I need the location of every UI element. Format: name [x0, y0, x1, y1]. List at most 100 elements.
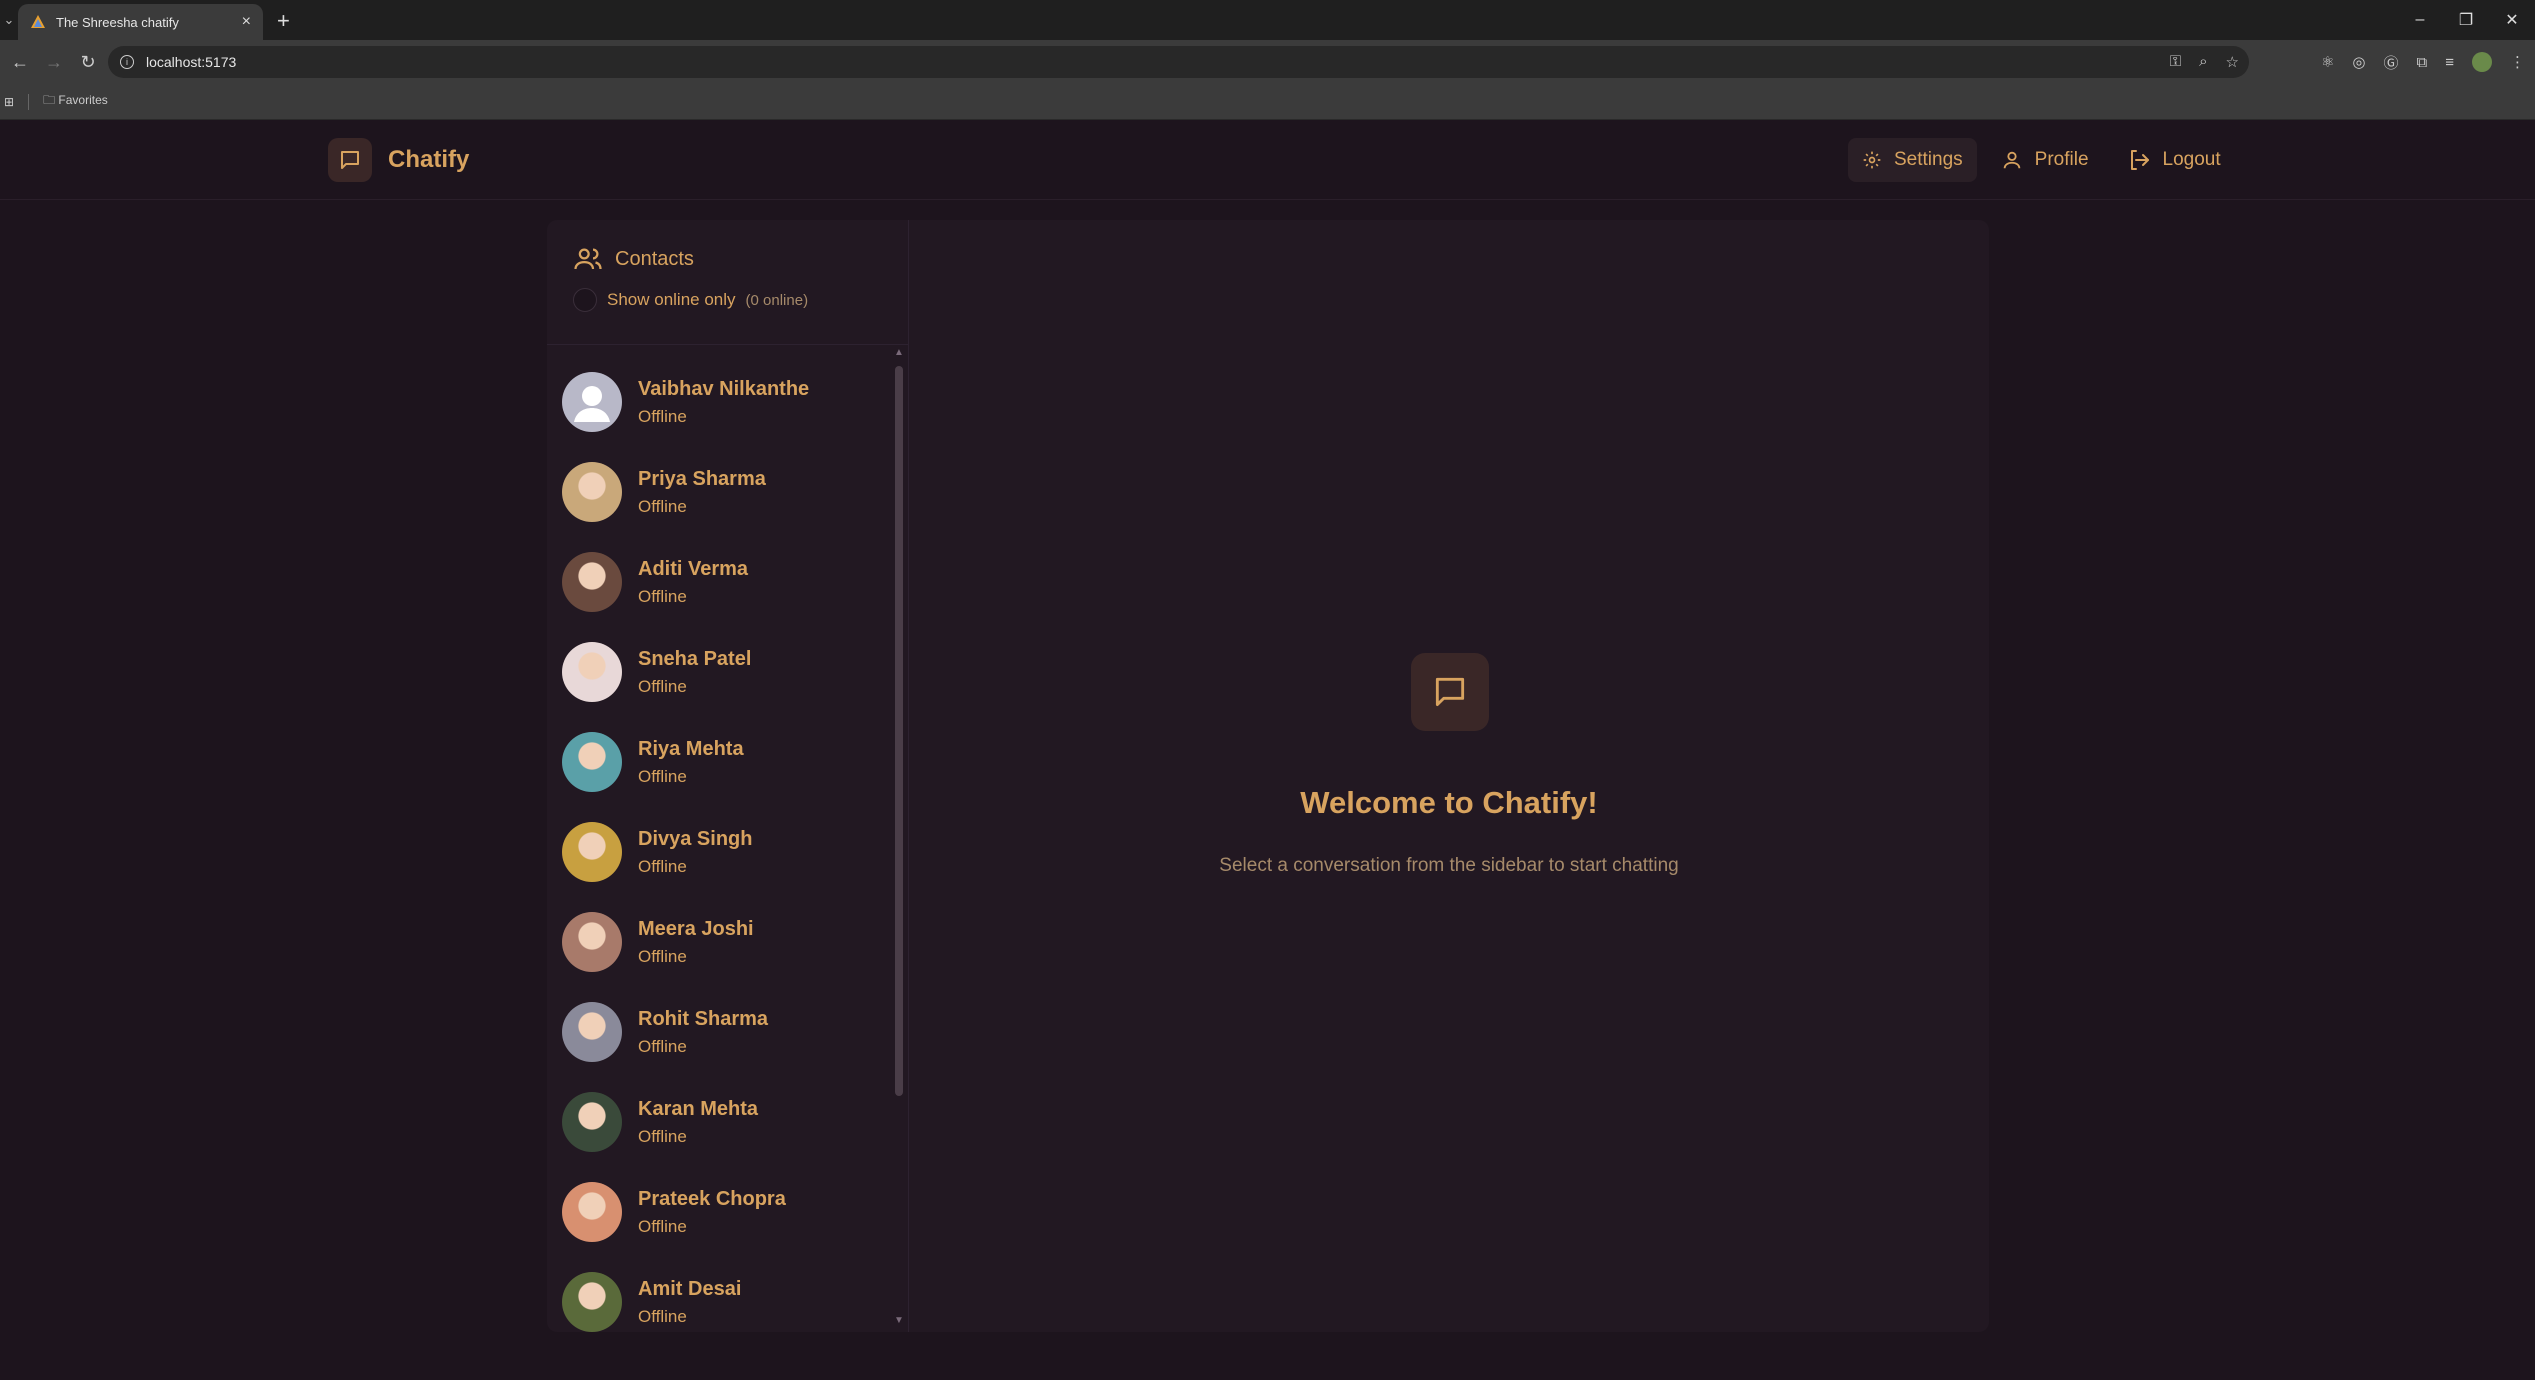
logout-button[interactable]: Logout	[2113, 138, 2235, 182]
contact-name: Amit Desai	[638, 1277, 742, 1300]
avatar	[562, 732, 622, 792]
browser-navbar: ← → ↻ i localhost:5173 ⚿ ⌕ ☆ ⚛ ◎ Ⓖ ⧉ ≡ ⋮	[0, 40, 2535, 84]
users-icon	[574, 248, 602, 270]
browser-tab[interactable]: The Shreesha chatify ×	[18, 4, 263, 40]
settings-label: Settings	[1894, 149, 1963, 170]
contact-status: Offline	[638, 766, 687, 786]
no-chat-selected: Welcome to Chatify! Select a conversatio…	[909, 220, 1989, 1332]
sidebar-header: Contacts Show online only (0 online)	[547, 220, 908, 345]
contact-item[interactable]: Divya Singh Offline	[547, 807, 890, 897]
avatar	[562, 1182, 622, 1242]
zoom-icon[interactable]: ⌕	[2199, 53, 2207, 71]
scroll-up-icon[interactable]: ▲	[894, 348, 904, 358]
extension-icons: ⚛ ◎ Ⓖ ⧉ ≡ ⋮	[2321, 52, 2525, 73]
chat-container: Contacts Show online only (0 online) Vai…	[547, 220, 1989, 1332]
contacts-sidebar: Contacts Show online only (0 online) Vai…	[547, 220, 909, 1332]
logout-icon	[2130, 150, 2149, 170]
contact-name: Prateek Chopra	[638, 1187, 786, 1210]
gear-icon	[1863, 151, 1881, 169]
contact-item[interactable]: Prateek Chopra Offline	[547, 1167, 890, 1257]
extension-grammarly-icon[interactable]: Ⓖ	[2384, 52, 2399, 73]
forward-icon[interactable]: →	[40, 48, 68, 76]
user-icon	[2003, 151, 2020, 169]
profile-button[interactable]: Profile	[1987, 138, 2103, 182]
contact-status: Offline	[638, 586, 687, 606]
url-text: localhost:5173	[146, 54, 237, 70]
new-tab-button[interactable]: +	[263, 8, 304, 40]
contact-status: Offline	[638, 676, 687, 696]
online-filter: Show online only (0 online)	[573, 288, 908, 312]
contact-list-scrollbar[interactable]: ▲ ▼	[894, 348, 904, 1326]
contact-status: Offline	[638, 1306, 687, 1326]
brand-link[interactable]: Chatify	[328, 138, 469, 182]
scrollbar-thumb[interactable]	[895, 366, 903, 1096]
address-bar[interactable]: i localhost:5173 ⚿ ⌕ ☆	[108, 46, 2249, 78]
contact-item[interactable]: Priya Sharma Offline	[547, 447, 890, 537]
site-info-icon[interactable]: i	[120, 55, 134, 69]
contact-name: Aditi Verma	[638, 557, 749, 580]
bookmark-folder[interactable]: 🗀 Favorites	[43, 91, 108, 112]
contact-status: Offline	[638, 856, 687, 876]
contact-name: Priya Sharma	[638, 467, 766, 490]
avatar	[562, 1272, 622, 1332]
extensions-puzzle-icon[interactable]: ⧉	[2417, 54, 2428, 71]
contact-item[interactable]: Karan Mehta Offline	[547, 1077, 890, 1167]
brand-name: Chatify	[388, 146, 470, 173]
bookmark-folder-label: Favorites	[58, 93, 108, 107]
profile-label: Profile	[2034, 149, 2089, 170]
show-online-label[interactable]: Show online only	[607, 290, 736, 310]
back-icon[interactable]: ←	[6, 48, 34, 76]
tab-search-icon[interactable]: ⌄	[0, 0, 18, 40]
avatar	[562, 912, 622, 972]
header-nav: Settings Profile Logout	[1848, 138, 2235, 182]
avatar	[562, 1002, 622, 1062]
scroll-down-icon[interactable]: ▼	[894, 1316, 904, 1326]
contact-item[interactable]: Aditi Verma Offline	[547, 537, 890, 627]
restore-icon[interactable]: ❐	[2443, 0, 2489, 40]
apps-grid-icon[interactable]: ⊞	[4, 95, 14, 109]
contact-name: Divya Singh	[638, 827, 753, 850]
contact-status: Offline	[638, 1216, 687, 1236]
logout-label: Logout	[2162, 149, 2221, 170]
contact-name: Meera Joshi	[638, 917, 754, 940]
bookmark-separator	[28, 93, 30, 110]
avatar	[562, 552, 622, 612]
avatar	[562, 372, 622, 432]
contact-name: Vaibhav Nilkanthe	[638, 377, 810, 400]
app-header: Chatify Settings Profile Logout	[0, 120, 2535, 200]
contact-item[interactable]: Riya Mehta Offline	[547, 717, 890, 807]
bookmark-star-icon[interactable]: ☆	[2226, 53, 2239, 71]
extension-circle-icon[interactable]: ◎	[2352, 53, 2365, 71]
reload-icon[interactable]: ↻	[74, 48, 102, 76]
contact-status: Offline	[638, 946, 687, 966]
welcome-chat-icon	[1411, 653, 1489, 731]
profile-avatar-icon[interactable]	[2472, 52, 2492, 72]
chat-bubble-icon	[328, 138, 372, 182]
contact-item[interactable]: Vaibhav Nilkanthe Offline	[547, 357, 890, 447]
welcome-title: Welcome to Chatify!	[1300, 785, 1598, 820]
omnibox-icons: ⚿ ⌕ ☆	[2170, 53, 2239, 71]
contact-item[interactable]: Sneha Patel Offline	[547, 627, 890, 717]
show-online-checkbox[interactable]	[573, 288, 597, 312]
contact-item[interactable]: Rohit Sharma Offline	[547, 987, 890, 1077]
contact-item[interactable]: Amit Desai Offline	[547, 1257, 890, 1332]
close-window-icon[interactable]: ✕	[2489, 0, 2535, 40]
contact-status: Offline	[638, 1126, 687, 1146]
contact-status: Offline	[638, 496, 687, 516]
contact-name: Karan Mehta	[638, 1097, 759, 1120]
minimize-icon[interactable]: –	[2397, 0, 2443, 40]
contact-item[interactable]: Meera Joshi Offline	[547, 897, 890, 987]
close-tab-icon[interactable]: ×	[242, 13, 251, 31]
sidebar-title: Contacts	[573, 244, 908, 274]
tab-title: The Shreesha chatify	[56, 14, 179, 30]
password-key-icon[interactable]: ⚿	[2170, 53, 2181, 71]
browser-menu-icon[interactable]: ⋮	[2510, 53, 2525, 71]
welcome-subtitle: Select a conversation from the sidebar t…	[1219, 855, 1679, 876]
avatar	[562, 1092, 622, 1152]
extension-react-icon[interactable]: ⚛	[2321, 53, 2334, 71]
contact-name: Rohit Sharma	[638, 1007, 769, 1030]
contact-status: Offline	[638, 1036, 687, 1056]
avatar	[562, 642, 622, 702]
media-control-icon[interactable]: ≡	[2445, 54, 2454, 71]
settings-button[interactable]: Settings	[1848, 138, 1977, 182]
